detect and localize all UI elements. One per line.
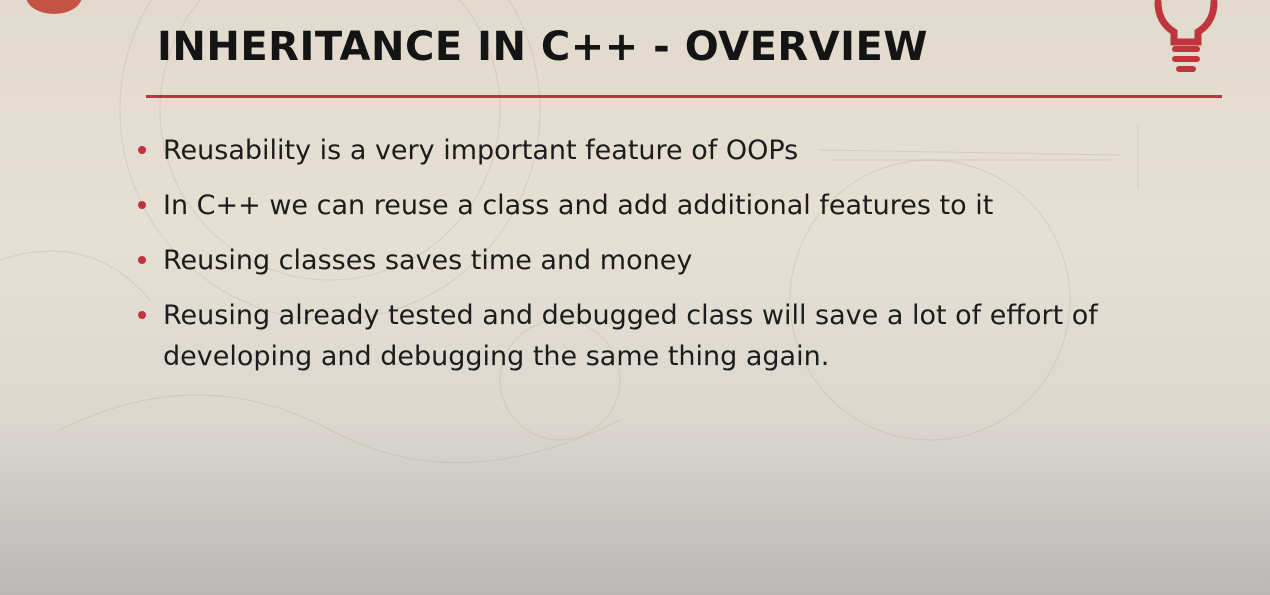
bullet-text: Reusing already tested and debugged clas… [163, 300, 1098, 372]
slide-title: INHERITANCE IN C++ - OVERVIEW [157, 24, 928, 70]
bullet-list: Reusability is a very important feature … [135, 130, 1135, 391]
bullet-item: Reusing classes saves time and money [135, 240, 1135, 281]
lightbulb-icon [1148, 0, 1224, 78]
bullet-item: Reusability is a very important feature … [135, 130, 1135, 171]
corner-decoration [26, 0, 82, 14]
bullet-item: Reusing already tested and debugged clas… [135, 295, 1135, 377]
bullet-dot [138, 201, 146, 209]
bullet-text: In C++ we can reuse a class and add addi… [163, 190, 994, 221]
bullet-dot [138, 311, 146, 319]
bullet-item: In C++ we can reuse a class and add addi… [135, 185, 1135, 226]
bullet-dot [138, 256, 146, 264]
bullet-text: Reusability is a very important feature … [163, 135, 799, 166]
title-divider [146, 95, 1222, 98]
bullet-text: Reusing classes saves time and money [163, 245, 693, 276]
bullet-dot [138, 146, 146, 154]
